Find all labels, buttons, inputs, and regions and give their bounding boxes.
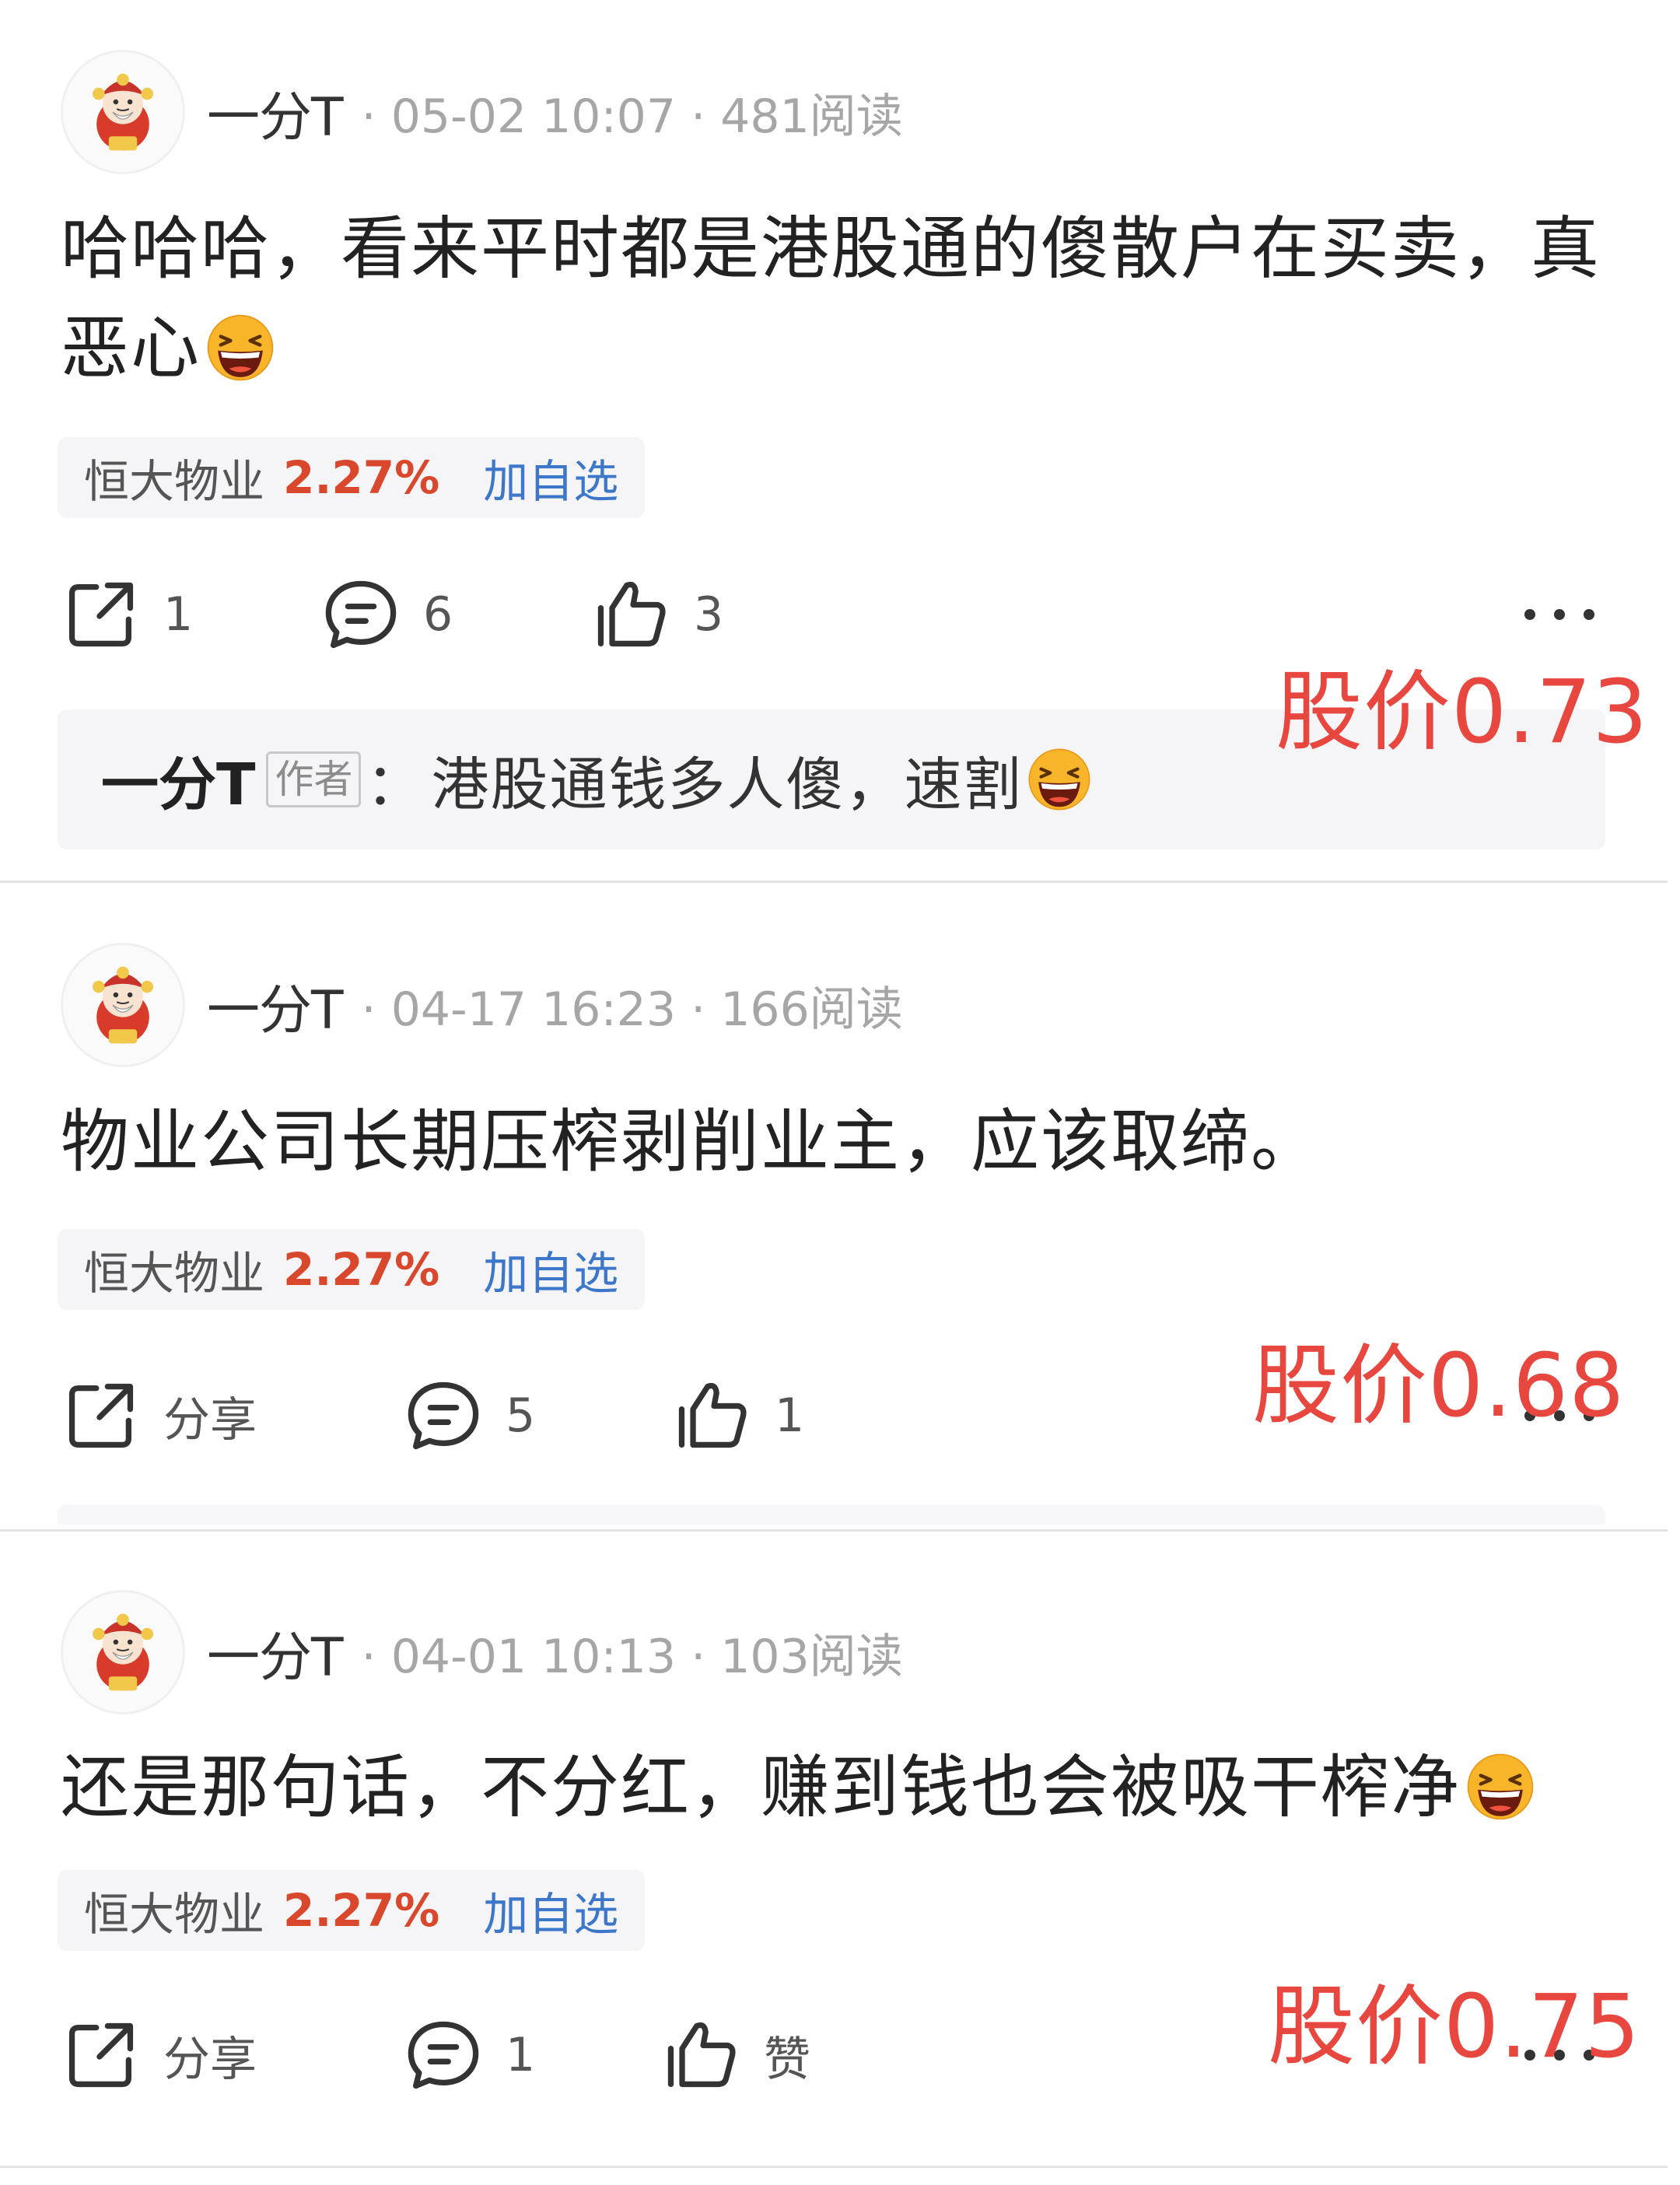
comment-button[interactable]: 1 [403, 2008, 535, 2102]
like-button[interactable]: 3 [591, 568, 723, 661]
reply-username[interactable]: 一分T [101, 738, 255, 821]
like-count: 3 [694, 587, 724, 642]
username[interactable]: 一分T [207, 74, 344, 151]
stock-tag[interactable]: 恒大物业 2.27% 加自选 [58, 1870, 646, 1951]
stock-change: 2.27% [283, 1884, 440, 1937]
avatar-icon [92, 1612, 154, 1692]
share-label: 分享 [163, 2032, 257, 2087]
post-actions: 1 6 3 [61, 568, 1616, 661]
username[interactable]: 一分T [207, 967, 344, 1044]
comment-icon [320, 574, 401, 655]
comment-icon [403, 1375, 484, 1456]
comment-button[interactable]: 5 [403, 1369, 535, 1462]
like-label: 赞 [764, 2032, 810, 2087]
post-card[interactable]: 一分T · 04-01 10:13 · 103阅读 还是那句话，不分红，赚到钱也… [0, 1539, 1680, 2185]
thumbs-up-icon [591, 574, 672, 655]
stock-name: 恒大物业 [84, 1888, 265, 1941]
post-header: 一分T · 04-17 16:23 · 166阅读 [61, 941, 903, 1069]
laughing-emoji-icon [1027, 747, 1092, 812]
like-button[interactable]: 赞 [661, 2008, 810, 2102]
post-divider [0, 1529, 1668, 1532]
reply-box-edge [58, 1504, 1605, 1525]
thumbs-up-icon [661, 2015, 742, 2096]
post-meta: · 04-17 16:23 · 166阅读 [361, 982, 903, 1037]
share-icon [61, 1375, 142, 1456]
author-badge: 作者 [266, 751, 362, 807]
thumbs-up-icon [672, 1375, 753, 1456]
post-divider [0, 881, 1668, 883]
post-header: 一分T · 05-02 10:07 · 481阅读 [61, 48, 903, 176]
stock-name: 恒大物业 [84, 1247, 265, 1300]
share-icon [61, 2015, 142, 2096]
comment-count: 5 [506, 1388, 536, 1443]
price-annotation: 股价0.73 [1276, 662, 1649, 763]
avatar[interactable] [61, 1590, 185, 1714]
post-divider [0, 2166, 1668, 2168]
comment-count: 6 [423, 587, 453, 642]
post-card[interactable]: 一分T · 05-02 10:07 · 481阅读 哈哈哈，看来平时都是港股通的… [0, 0, 1680, 885]
stock-change: 2.27% [283, 451, 440, 504]
stock-tag[interactable]: 恒大物业 2.27% 加自选 [58, 437, 646, 518]
share-button[interactable]: 1 [61, 568, 193, 661]
share-icon [61, 574, 142, 655]
post-text: 物业公司长期压榨剥削业主，应该取缔。 [61, 1101, 1321, 1182]
comment-button[interactable]: 6 [320, 568, 453, 661]
post-text: 还是那句话，不分红，赚到钱也会被吸干榨净 [61, 1747, 1461, 1827]
stock-name: 恒大物业 [84, 455, 265, 508]
like-count: 1 [775, 1388, 805, 1443]
share-label: 分享 [163, 1392, 257, 1448]
price-annotation: 股价0.68 [1252, 1336, 1626, 1437]
comment-icon [403, 2015, 484, 2096]
share-button[interactable]: 分享 [61, 1369, 257, 1462]
laughing-emoji-icon [1465, 1752, 1535, 1822]
share-count: 1 [163, 587, 194, 642]
reply-text: 港股通钱多人傻，速割 [431, 751, 1023, 818]
comment-count: 1 [506, 2028, 536, 2082]
post-content[interactable]: 哈哈哈，看来平时都是港股通的傻散户在买卖，真恶心 [61, 199, 1616, 398]
reply-separator: ： [366, 751, 424, 818]
avatar-icon [92, 965, 154, 1045]
avatar[interactable] [61, 50, 185, 174]
add-to-watchlist-button[interactable]: 加自选 [483, 445, 618, 510]
stock-tag[interactable]: 恒大物业 2.27% 加自选 [58, 1229, 646, 1310]
avatar[interactable] [61, 943, 185, 1067]
stock-change: 2.27% [283, 1243, 440, 1296]
avatar-icon [92, 72, 154, 152]
post-card[interactable]: 一分T · 04-17 16:23 · 166阅读 物业公司长期压榨剥削业主，应… [0, 887, 1680, 1537]
add-to-watchlist-button[interactable]: 加自选 [483, 1878, 618, 1943]
post-meta: · 04-01 10:13 · 103阅读 [361, 1629, 903, 1684]
post-meta: · 05-02 10:07 · 481阅读 [361, 89, 903, 144]
price-annotation: 股价0.75 [1268, 1977, 1641, 2078]
post-content[interactable]: 还是那句话，不分红，赚到钱也会被吸干榨净 [61, 1738, 1616, 1837]
username[interactable]: 一分T [207, 1614, 344, 1691]
share-button[interactable]: 分享 [61, 2008, 257, 2102]
more-options-icon[interactable] [1524, 591, 1594, 638]
laughing-emoji-icon [205, 313, 275, 383]
post-content[interactable]: 物业公司长期压榨剥削业主，应该取缔。 [61, 1092, 1616, 1192]
post-header: 一分T · 04-01 10:13 · 103阅读 [61, 1588, 903, 1716]
add-to-watchlist-button[interactable]: 加自选 [483, 1237, 618, 1302]
post-text: 哈哈哈，看来平时都是港股通的傻散户在买卖，真恶心 [61, 208, 1601, 388]
like-button[interactable]: 1 [672, 1369, 804, 1462]
